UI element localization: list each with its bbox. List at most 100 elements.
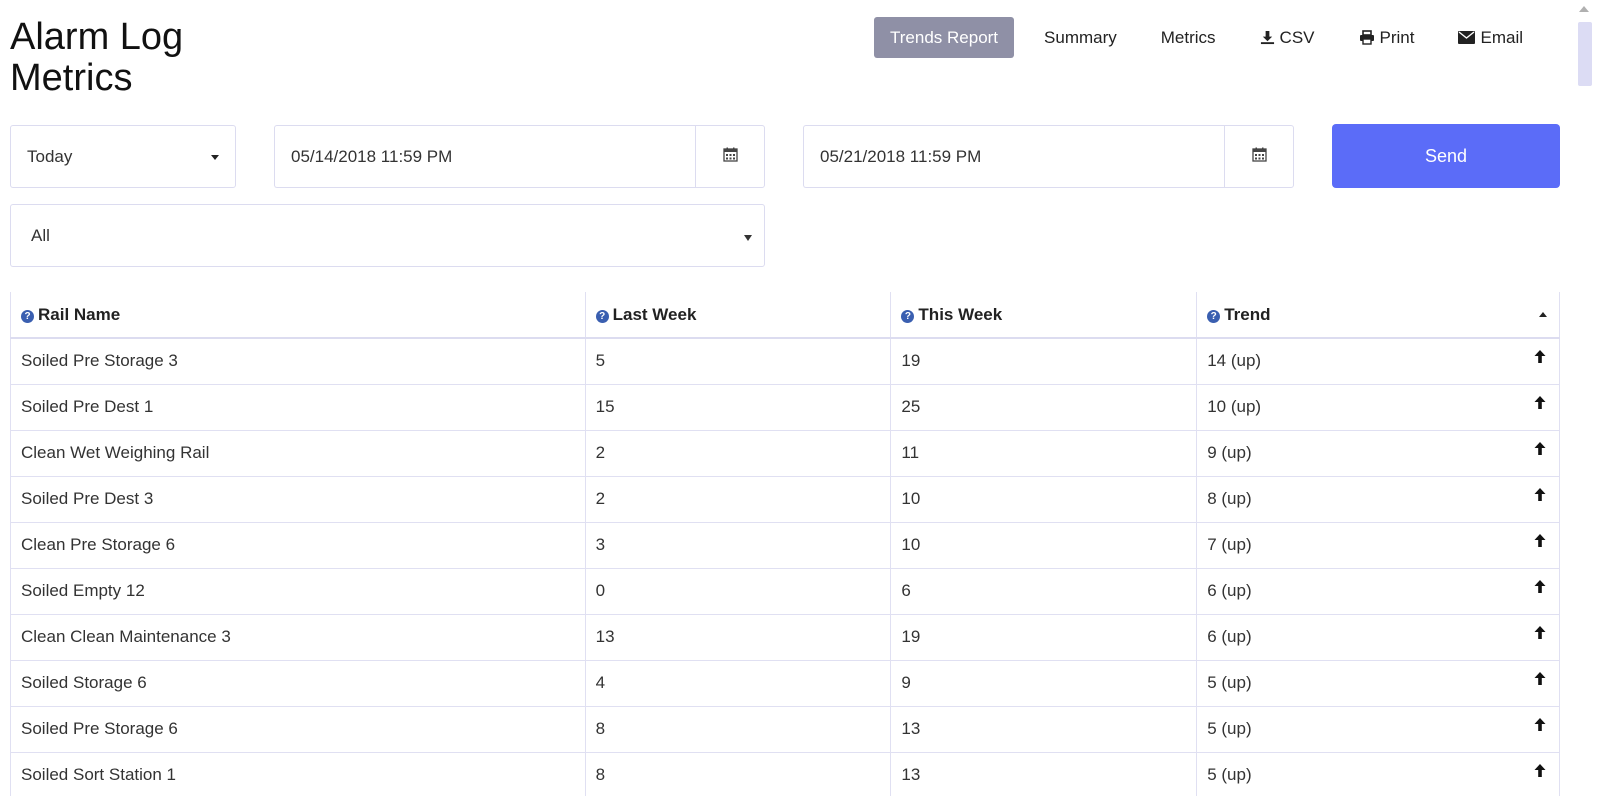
arrow-up-icon <box>1533 671 1547 691</box>
cell-value: 25 <box>901 397 921 416</box>
cell-value: Clean Clean Maintenance 3 <box>21 627 231 646</box>
cell-this-week: 9 <box>890 659 1198 707</box>
cell-value: Soiled Pre Storage 3 <box>21 351 178 371</box>
arrow-up-icon <box>1533 763 1547 783</box>
email-label: Email <box>1480 27 1523 47</box>
cell-value: 6 <box>901 581 911 600</box>
start-date-input[interactable]: 05/14/2018 11:59 PM <box>274 125 696 188</box>
cell-trend: 8 (up) <box>1196 475 1560 523</box>
print-label: Print <box>1379 27 1415 47</box>
cell-this-week: 13 <box>890 705 1198 753</box>
page-title-line2: Metrics <box>10 57 133 99</box>
envelope-icon <box>1458 31 1476 44</box>
cell-value: 5 <box>595 351 606 371</box>
cell-last-week: 13 <box>584 613 892 661</box>
rail-filter-value: All <box>31 225 50 245</box>
start-date-calendar-button[interactable] <box>695 125 765 188</box>
cell-value: 15 <box>595 397 615 416</box>
cell-value: 5 (up) <box>1207 673 1252 692</box>
header-this-week[interactable]: ? This Week <box>890 292 1198 339</box>
table-row: Soiled Storage 6 4 9 5 (up) <box>10 659 1560 707</box>
arrow-up-icon <box>1533 625 1547 645</box>
metrics-link[interactable]: Metrics <box>1147 17 1230 58</box>
table-body: Soiled Pre Storage 3 5 19 14 (up) Soiled Pre… <box>10 337 1560 796</box>
header-label: This Week <box>918 304 1003 324</box>
cell-last-week: 8 <box>584 705 892 753</box>
csv-button[interactable]: CSV <box>1246 17 1329 58</box>
cell-trend: 5 (up) <box>1196 659 1560 707</box>
cell-value: 13 <box>901 765 921 784</box>
cell-trend: 5 (up) <box>1196 705 1560 753</box>
arrow-up-icon <box>1533 717 1547 737</box>
cell-value: 14 (up) <box>1207 351 1262 371</box>
cell-value: 19 <box>901 351 921 371</box>
cell-trend: 14 (up) <box>1196 337 1560 385</box>
help-icon[interactable]: ? <box>595 309 609 323</box>
cell-value: Soiled Sort Station 1 <box>21 765 176 784</box>
arrow-up-icon <box>1533 533 1547 553</box>
cell-this-week: 10 <box>890 521 1198 569</box>
arrow-up-icon <box>1533 395 1547 415</box>
calendar-icon <box>1251 147 1267 167</box>
cell-trend: 5 (up) <box>1196 751 1560 796</box>
header-last-week[interactable]: ? Last Week <box>584 292 892 339</box>
cell-trend: 6 (up) <box>1196 567 1560 615</box>
cell-value: 9 (up) <box>1207 443 1252 462</box>
print-button[interactable]: Print <box>1345 17 1429 58</box>
cell-value: 10 <box>901 489 921 508</box>
cell-last-week: 4 <box>584 659 892 707</box>
email-button[interactable]: Email <box>1444 17 1537 58</box>
cell-rail-name: Soiled Pre Dest 3 <box>10 475 586 523</box>
cell-rail-name: Soiled Pre Storage 3 <box>10 337 586 385</box>
cell-value: 10 (up) <box>1207 397 1262 416</box>
cell-rail-name: Clean Pre Storage 6 <box>10 521 586 569</box>
cell-value: 7 (up) <box>1207 535 1252 554</box>
cell-rail-name: Soiled Empty 12 <box>10 567 586 615</box>
cell-value: 4 <box>595 673 606 692</box>
cell-value: 6 (up) <box>1207 581 1252 600</box>
cell-value: 11 <box>901 443 920 462</box>
table-row: Clean Clean Maintenance 3 13 19 6 (up) <box>10 613 1560 661</box>
cell-trend: 9 (up) <box>1196 429 1560 477</box>
header-rail-name[interactable]: ? Rail Name <box>10 292 586 339</box>
header-trend[interactable]: ? Trend <box>1196 292 1560 339</box>
print-icon <box>1359 30 1375 45</box>
cell-this-week: 19 <box>890 337 1198 385</box>
summary-link[interactable]: Summary <box>1030 17 1131 58</box>
cell-trend: 10 (up) <box>1196 383 1560 431</box>
cell-rail-name: Clean Wet Weighing Rail <box>10 429 586 477</box>
scrollbar-thumb[interactable] <box>1578 22 1592 86</box>
arrow-up-icon <box>1533 349 1547 369</box>
cell-rail-name: Soiled Pre Dest 1 <box>10 383 586 431</box>
table-row: Soiled Sort Station 1 8 13 5 (up) <box>10 751 1560 796</box>
rail-filter-dropdown[interactable]: All <box>10 204 765 267</box>
cell-last-week: 5 <box>584 337 892 385</box>
help-icon[interactable]: ? <box>1207 309 1221 323</box>
cell-this-week: 13 <box>890 751 1198 796</box>
date-range-dropdown[interactable]: Today <box>10 125 236 188</box>
cell-value: 8 <box>595 765 606 784</box>
caret-down-icon <box>744 235 752 241</box>
end-date-input[interactable]: 05/21/2018 11:59 PM <box>803 125 1225 188</box>
scroll-up-arrow-icon[interactable] <box>1579 6 1589 12</box>
cell-last-week: 2 <box>584 429 892 477</box>
table-row: Soiled Pre Storage 3 5 19 14 (up) <box>10 337 1560 385</box>
end-date-calendar-button[interactable] <box>1224 125 1294 188</box>
vertical-scrollbar[interactable] <box>1566 0 1600 796</box>
cell-rail-name: Soiled Storage 6 <box>10 659 586 707</box>
caret-down-icon <box>211 155 219 160</box>
sort-caret-up-icon[interactable] <box>1539 312 1547 317</box>
trends-report-button[interactable]: Trends Report <box>874 17 1015 58</box>
table-row: Soiled Empty 12 0 6 6 (up) <box>10 567 1560 615</box>
cell-value: Clean Pre Storage 6 <box>21 535 176 554</box>
help-icon[interactable]: ? <box>901 309 915 323</box>
cell-value: 8 (up) <box>1207 489 1252 508</box>
help-icon[interactable]: ? <box>21 309 34 323</box>
page-title: Alarm Log Metrics <box>10 17 183 99</box>
date-range-value: Today <box>27 146 73 166</box>
cell-value: Soiled Pre Storage 6 <box>21 719 178 738</box>
send-button[interactable]: Send <box>1332 124 1560 188</box>
table-row: Soiled Pre Storage 6 8 13 5 (up) <box>10 705 1560 753</box>
cell-value: 5 (up) <box>1207 765 1252 784</box>
cell-value: 3 <box>595 535 606 554</box>
